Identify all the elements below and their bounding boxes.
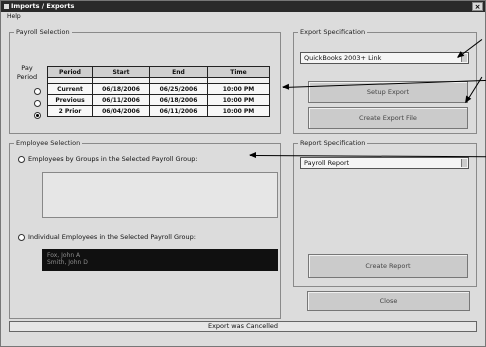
menu-bar: Help [1, 12, 485, 21]
report-type-select[interactable]: Payroll Report [300, 157, 469, 169]
radio-period-2-prior[interactable] [34, 112, 41, 119]
column-header-time: Time [207, 66, 270, 78]
report-type-value: Payroll Report [304, 159, 350, 167]
window-title: Imports / Exports [11, 2, 75, 10]
export-specification-legend: Export Specification [300, 28, 366, 36]
cell-period: 2 Prior [47, 105, 93, 117]
cell-time: 10:00 PM [207, 105, 270, 117]
report-specification-legend: Report Specification [300, 139, 366, 147]
pay-period-label: Pay Period [16, 64, 38, 81]
cell-end: 06/18/2006 [149, 94, 208, 106]
option-employees-by-groups-label: Employees by Groups in the Selected Payr… [28, 155, 198, 163]
cell-start: 06/11/2006 [92, 94, 150, 106]
app-icon [4, 3, 9, 9]
export-type-value: QuickBooks 2003+ Link [304, 54, 382, 62]
payroll-selection-legend: Payroll Selection [16, 28, 70, 36]
title-bar: Imports / Exports × [1, 1, 485, 12]
cell-end: 06/11/2006 [149, 105, 208, 117]
cell-start: 06/18/2006 [92, 83, 150, 95]
radio-individual-employees[interactable] [18, 234, 25, 241]
column-header-end: End [149, 66, 208, 78]
list-item[interactable]: Fox, John A [47, 252, 273, 259]
cell-start: 06/04/2006 [92, 105, 150, 117]
radio-period-previous[interactable] [34, 100, 41, 107]
column-header-start: Start [92, 66, 150, 78]
imports-exports-window: Imports / Exports × Help Payroll Selecti… [0, 0, 486, 347]
radio-period-current[interactable] [34, 88, 41, 95]
table-row[interactable]: 2 Prior 06/04/2006 06/11/2006 10:00 PM [47, 105, 270, 117]
individual-employees-list[interactable]: Fox, John A Smith, John D [42, 249, 278, 271]
cell-time: 10:00 PM [207, 83, 270, 95]
cell-time: 10:00 PM [207, 94, 270, 106]
close-button[interactable]: Close [307, 291, 470, 311]
list-item[interactable]: Smith, John D [47, 259, 273, 266]
dropdown-arrow-icon[interactable] [461, 159, 467, 167]
report-specification-group: Report Specification Payroll Report Crea… [293, 139, 477, 287]
menu-help[interactable]: Help [7, 13, 21, 20]
radio-employees-by-groups[interactable] [18, 156, 25, 163]
cell-end: 06/25/2006 [149, 83, 208, 95]
table-row[interactable]: Previous 06/11/2006 06/18/2006 10:00 PM [47, 94, 270, 106]
export-type-select[interactable]: QuickBooks 2003+ Link [300, 52, 469, 64]
employee-selection-group: Employee Selection Employees by Groups i… [9, 139, 281, 319]
cell-period: Previous [47, 94, 93, 106]
create-export-file-button[interactable]: Create Export File [308, 107, 468, 129]
create-report-button[interactable]: Create Report [308, 254, 468, 278]
table-row[interactable]: Current 06/18/2006 06/25/2006 10:00 PM [47, 83, 270, 95]
pay-period-table: Period Start End Time Current 06/18/2006… [47, 66, 270, 117]
status-bar: Export was Cancelled [9, 321, 477, 332]
cell-period: Current [47, 83, 93, 95]
employee-selection-legend: Employee Selection [16, 139, 81, 147]
column-header-period: Period [47, 66, 93, 78]
employee-groups-list[interactable] [42, 172, 278, 218]
payroll-selection-group: Payroll Selection Pay Period Period Star… [9, 28, 281, 134]
option-individual-employees-label: Individual Employees in the Selected Pay… [28, 233, 196, 241]
close-window-button[interactable]: × [472, 2, 483, 11]
